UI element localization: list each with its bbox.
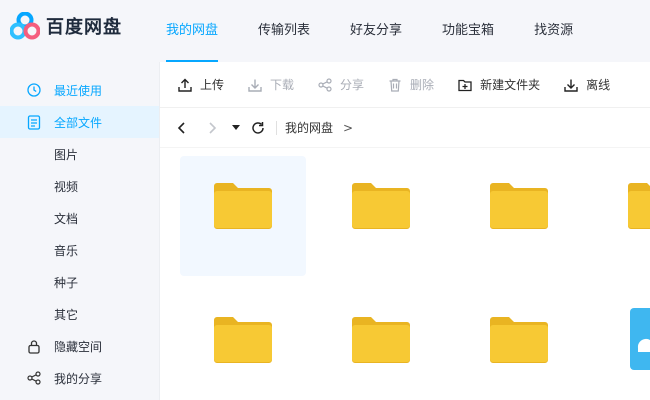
back-button[interactable]	[172, 118, 192, 138]
dropdown-icon	[232, 124, 240, 130]
new-folder-button[interactable]: 新建文件夹	[458, 76, 540, 93]
forward-button[interactable]	[202, 118, 222, 138]
sidebar-item-others[interactable]: 其它	[0, 298, 159, 330]
refresh-icon	[252, 121, 264, 134]
folder-icon	[490, 183, 548, 229]
share-button[interactable]: 分享	[318, 76, 364, 93]
baidu-netdisk-window: 百度网盘 我的网盘 传输列表 好友分享 功能宝箱 找资源 最近使用 全部文件 图…	[0, 0, 650, 400]
folder-item[interactable]	[456, 290, 582, 400]
download-icon	[564, 77, 580, 93]
folder-item[interactable]	[318, 290, 444, 400]
tab-transfer-list[interactable]: 传输列表	[258, 0, 310, 62]
sidebar-item-videos[interactable]: 视频	[0, 170, 159, 202]
tab-toolbox[interactable]: 功能宝箱	[442, 0, 494, 62]
sidebar-item-label: 最近使用	[54, 83, 103, 98]
forward-icon	[209, 121, 217, 134]
tab-friend-share[interactable]: 好友分享	[350, 0, 402, 62]
upload-button[interactable]: 上传	[178, 76, 224, 93]
tab-my-netdisk[interactable]: 我的网盘	[166, 0, 219, 62]
history-dropdown-button[interactable]	[226, 118, 246, 138]
file-toolbar: 上传 下载 分享 删除 新建文件夹 离线	[160, 62, 650, 108]
folder-icon	[214, 183, 272, 229]
sidebar-item-label: 全部文件	[54, 115, 103, 130]
sidebar-item-label: 文档	[54, 211, 79, 226]
delete-button[interactable]: 删除	[388, 76, 434, 93]
file-grid	[160, 148, 650, 400]
breadcrumb-my-netdisk[interactable]: 我的网盘	[285, 119, 333, 136]
sidebar-item-music[interactable]: 音乐	[0, 234, 159, 266]
sidebar-item-label: 其它	[54, 307, 79, 322]
folder-item[interactable]	[456, 156, 582, 276]
folder-icon	[352, 317, 410, 363]
folder-icon	[352, 183, 410, 229]
sidebar-item-label: 隐藏空间	[54, 339, 103, 354]
delete-label: 删除	[410, 78, 435, 92]
folder-icon	[490, 317, 548, 363]
folder-item[interactable]	[180, 156, 306, 276]
back-icon	[177, 121, 185, 134]
sidebar-item-seeds[interactable]: 种子	[0, 266, 159, 298]
offline-label: 离线	[586, 78, 611, 92]
share-label: 分享	[340, 78, 365, 92]
download-button[interactable]: 下载	[248, 76, 294, 93]
file-item[interactable]	[594, 290, 650, 400]
share-nodes-icon	[318, 77, 334, 93]
logo-icon	[10, 12, 40, 40]
sidebar-item-all-files[interactable]: 全部文件	[0, 106, 159, 138]
folder-icon	[214, 317, 272, 363]
new-folder-label: 新建文件夹	[480, 78, 541, 92]
cloud-file-icon	[630, 308, 650, 370]
upload-label: 上传	[200, 78, 225, 92]
app-logo[interactable]: 百度网盘	[10, 12, 122, 40]
sidebar-item-images[interactable]: 图片	[0, 138, 159, 170]
new-folder-icon	[458, 77, 474, 93]
breadcrumb-separator: >	[343, 120, 354, 135]
download-icon	[248, 77, 264, 93]
download-label: 下载	[270, 78, 295, 92]
sidebar-item-label: 音乐	[54, 243, 79, 258]
top-bar: 百度网盘 我的网盘 传输列表 好友分享 功能宝箱 找资源	[0, 0, 650, 62]
folder-item[interactable]	[318, 156, 444, 276]
upload-icon	[178, 77, 194, 93]
document-icon	[26, 114, 42, 130]
trash-icon	[388, 77, 404, 93]
tab-find-resources[interactable]: 找资源	[534, 0, 573, 62]
offline-download-button[interactable]: 离线	[564, 76, 610, 93]
sidebar-item-label: 种子	[54, 275, 79, 290]
main-nav: 我的网盘 传输列表 好友分享 功能宝箱 找资源	[166, 0, 613, 62]
clock-icon	[26, 82, 42, 98]
share-icon	[26, 370, 42, 386]
sidebar-item-docs[interactable]: 文档	[0, 202, 159, 234]
folder-icon	[628, 183, 650, 229]
sidebar-item-label: 我的分享	[54, 371, 103, 386]
sidebar: 最近使用 全部文件 图片 视频 文档 音乐 种子 其它 隐藏空间 我的分享	[0, 62, 160, 400]
lock-icon	[26, 338, 42, 354]
sidebar-item-label: 图片	[54, 147, 79, 162]
path-bar: 我的网盘 >	[160, 108, 650, 148]
sidebar-item-hidden-space[interactable]: 隐藏空间	[0, 330, 159, 362]
folder-item[interactable]	[180, 290, 306, 400]
divider	[276, 120, 277, 135]
folder-item[interactable]	[594, 156, 650, 276]
sidebar-item-my-share[interactable]: 我的分享	[0, 362, 159, 394]
refresh-button[interactable]	[248, 118, 268, 138]
sidebar-item-recent[interactable]: 最近使用	[0, 74, 159, 106]
app-name: 百度网盘	[46, 17, 122, 38]
sidebar-item-label: 视频	[54, 179, 79, 194]
